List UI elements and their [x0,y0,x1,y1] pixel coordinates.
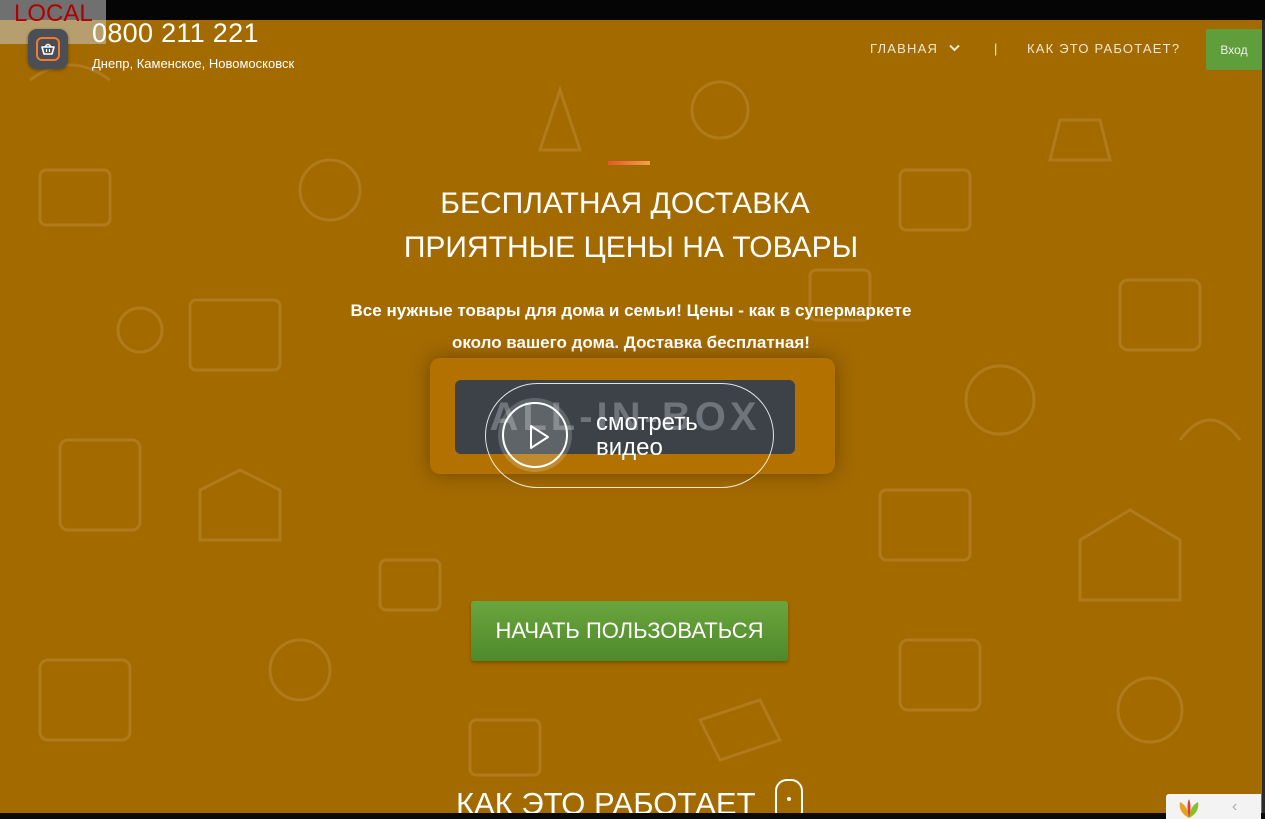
subtitle-line-2: около вашего дома. Доставка бесплатная! [452,333,810,352]
nav-separator: | [994,41,999,56]
watch-video-line-2: видео [596,434,663,461]
login-button[interactable]: Вход [1206,29,1262,70]
basket-icon [36,37,60,61]
play-icon [530,425,549,449]
nav-home[interactable]: ГЛАВНАЯ [870,41,960,56]
hero-section: БЕСПЛАТНАЯ ДОСТАВКА ПРИЯТНЫЕ ЦЕНЫ НА ТОВ… [0,20,1262,813]
nav-home-label: ГЛАВНАЯ [870,41,939,56]
chevron-down-icon [949,44,960,52]
scroll-mouse-icon[interactable] [775,779,803,813]
headline-prices: ПРИЯТНЫЕ ЦЕНЫ НА ТОВАРЫ [403,231,859,264]
chevron-left-icon[interactable]: ‹ [1232,798,1237,816]
service-cities: Днепр, Каменское, Новомосковск [92,56,295,71]
headline-free-delivery: БЕСПЛАТНАЯ ДОСТАВКА [440,187,810,220]
watch-video-line-1: смотреть [596,409,698,436]
leaf-logo-icon [1179,799,1199,818]
logo[interactable] [28,29,68,69]
subtitle-line-1: Все нужные товары для дома и семьи! Цены… [350,301,912,320]
phone-number[interactable]: 0800 211 221 [92,18,259,49]
top-bar [0,0,1265,20]
accent-line [608,161,650,165]
bottom-bar [0,813,1265,819]
chat-widget[interactable]: ‹ [1166,794,1261,819]
how-it-works-title: КАК ЭТО РАБОТАЕТ [456,786,756,813]
scroll-dot [787,797,791,801]
watch-video-label[interactable]: смотреть видео [596,410,698,460]
start-using-button[interactable]: НАЧАТЬ ПОЛЬЗОВАТЬСЯ [471,601,788,661]
nav-how-it-works[interactable]: КАК ЭТО РАБОТАЕТ? [1027,41,1180,56]
